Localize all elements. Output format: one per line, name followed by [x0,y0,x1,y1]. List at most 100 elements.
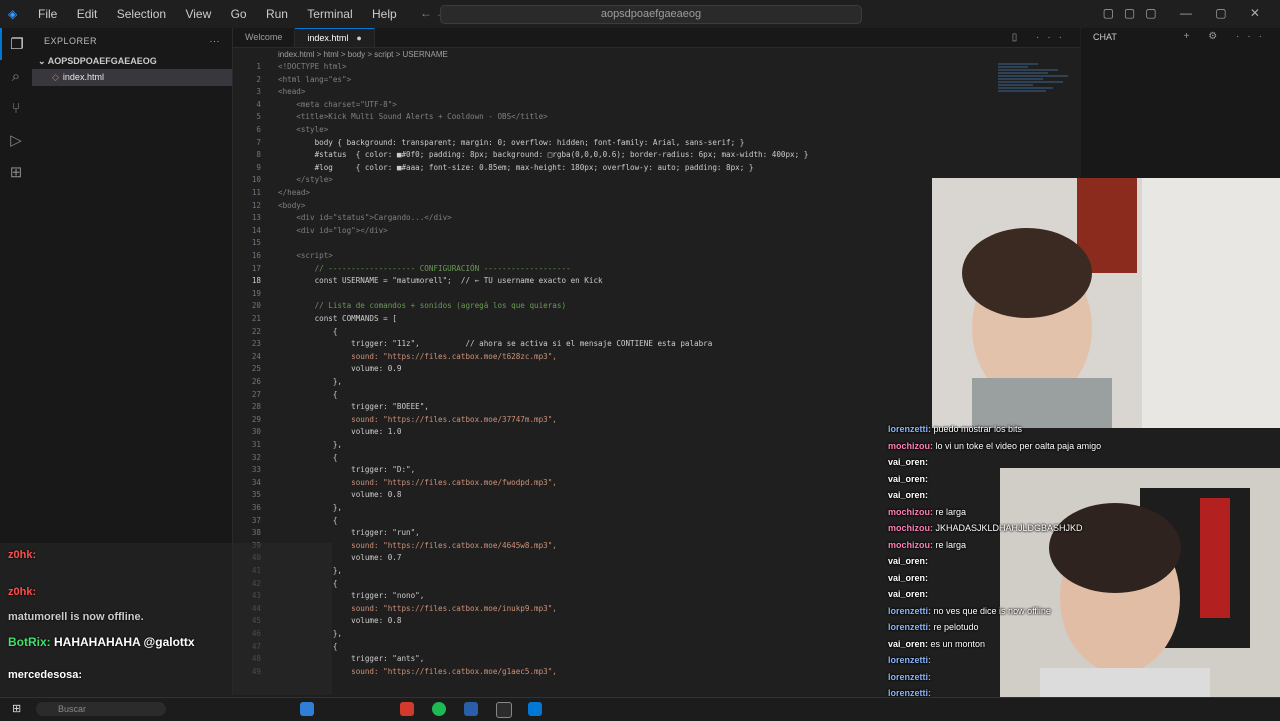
code-line[interactable]: volume: 0.8 [278,490,401,499]
chat-actions-icon[interactable]: + ⚙ ··· [1184,31,1270,42]
line-number: 20 [251,301,261,311]
code-line[interactable]: trigger: "D:", [278,465,415,474]
edge-icon[interactable] [300,702,314,716]
code-line[interactable]: <head> [278,87,305,96]
chat-message: lorenzetti: puedo mostrar los bits [888,424,1022,434]
chat-username: vai_oren: [888,490,929,500]
source-control-icon[interactable]: ⑂ [0,92,32,124]
code-line[interactable]: // Lista de comandos + sonidos (agregá l… [278,301,566,310]
line-number: 10 [251,175,261,185]
chat-panel-body [1081,48,1280,178]
code-line[interactable]: trigger: "BOEEE", [278,402,429,411]
chat-panel-header: CHAT + ⚙ ··· [1081,28,1280,48]
minimap[interactable] [998,62,1073,132]
start-icon[interactable]: ⊞ [12,702,21,715]
explorer-title: EXPLORER [44,36,98,46]
code-line[interactable]: sound: "https://files.catbox.moe/37747m.… [278,415,557,424]
code-line[interactable]: #log { color: ■#aaa; font-size: 0.85em; … [278,163,754,172]
tab-welcome[interactable]: Welcome [233,28,296,47]
menu-edit[interactable]: Edit [77,7,98,21]
command-center-search[interactable]: aopsdpoaefgaeaeog [440,5,862,24]
webcam-person-image [932,178,1280,428]
explorer-icon[interactable]: ❐ [0,28,32,60]
code-line[interactable]: <title>Kick Multi Sound Alerts + Cooldow… [278,112,547,121]
line-number: 36 [251,503,261,512]
menu-run[interactable]: Run [266,7,288,21]
code-line[interactable]: }, [278,440,342,449]
code-line[interactable]: trigger: "run", [278,528,420,537]
code-line[interactable]: </style> [278,175,333,184]
unsaved-dot-icon[interactable]: ● [356,33,361,43]
menu-file[interactable]: File [38,7,57,21]
chat-message: vai_oren: [888,556,928,566]
code-line[interactable]: <style> [278,125,328,134]
obs-icon[interactable] [464,702,478,716]
code-line[interactable]: <script> [278,251,333,260]
code-line[interactable]: volume: 1.0 [278,427,401,436]
chat-message: vai_oren: es un monton [888,639,985,649]
code-line[interactable]: <div id="log"></div> [278,226,387,235]
code-line[interactable]: <html lang="es"> [278,75,351,84]
alert-username: z0hk: [8,586,37,598]
window-controls-icon[interactable]: ▢▢▢ — ▢ ✕ [1103,6,1270,20]
line-number: 6 [256,125,261,134]
code-line[interactable]: <div id="status">Cargando...</div> [278,213,451,222]
code-line[interactable]: }, [278,377,342,386]
code-line[interactable]: <body> [278,201,305,210]
code-line[interactable]: </head> [278,188,310,197]
line-number: 7 [256,137,261,147]
file-index-html[interactable]: ◇ index.html [32,69,232,86]
code-line[interactable]: { [278,390,338,399]
code-line[interactable]: volume: 0.9 [278,364,401,373]
code-line[interactable]: const USERNAME = "matumorell"; // ← TU u… [278,276,603,285]
workspace-folder[interactable]: ⌄ AOPSDPOAEFGAEAEOG [32,54,232,69]
code-line[interactable]: // ------------------- CONFIGURACIÓN ---… [278,264,571,273]
tab-index-html[interactable]: index.html ● [295,28,375,47]
code-line[interactable]: <meta charset="UTF-8"> [278,100,397,109]
taskbar-search[interactable]: Buscar [36,702,166,716]
line-number: 24 [251,351,261,361]
code-line[interactable]: sound: "https://files.catbox.moe/t628zc.… [278,352,557,361]
menu-help[interactable]: Help [372,7,397,21]
code-line[interactable]: #status { color: ■#0f0; padding: 8px; ba… [278,150,809,159]
line-number: 11 [251,188,261,197]
code-line[interactable]: { [278,453,338,462]
search-icon[interactable]: ⌕ [0,60,32,92]
chat-message: lorenzetti: [888,672,931,682]
chat-username: lorenzetti: [888,671,932,682]
chat-username: lorenzetti: [888,424,934,434]
chat-username: lorenzetti: [888,655,932,665]
extensions-icon[interactable]: ⊞ [0,156,32,188]
taskbar-search-label: Buscar [58,704,87,714]
code-line[interactable]: }, [278,503,342,512]
menu-terminal[interactable]: Terminal [307,7,352,21]
chat-text: re larga [935,539,967,550]
alert-message: mercedesosa: [8,669,82,681]
vscode-taskbar-icon[interactable] [528,702,542,716]
code-line[interactable]: sound: "https://files.catbox.moe/fwodpd.… [278,478,557,487]
code-line[interactable]: const COMMANDS = [ [278,314,397,323]
menu-view[interactable]: View [185,7,211,21]
more-actions-icon[interactable]: ··· [210,36,221,46]
html-file-icon: ◇ [52,72,59,82]
chat-message: vai_oren: [888,474,928,484]
chat-username: vai_oren: [888,457,929,467]
spotify-icon[interactable] [432,702,446,716]
app-icon[interactable] [400,702,414,716]
menu-selection[interactable]: Selection [117,7,166,21]
alert-message: z0hk: [8,549,36,561]
code-line[interactable]: trigger: "11z", // ahora se activa si el… [278,339,712,348]
breadcrumb[interactable]: index.html > html > body > script > USER… [233,48,1080,62]
editor-actions-icon[interactable]: ▯ ··· [1012,28,1080,47]
line-number: 32 [251,452,261,462]
menu-go[interactable]: Go [231,7,247,21]
line-number: 23 [251,339,261,349]
code-line[interactable]: { [278,327,338,336]
line-number: 27 [251,389,261,399]
alert-text: HAHAHAHAHA @galottx [54,635,195,649]
app-icon[interactable] [496,702,512,718]
run-debug-icon[interactable]: ▷ [0,124,32,156]
code-line[interactable]: { [278,516,338,525]
code-line[interactable]: body { background: transparent; margin: … [278,138,745,147]
code-line[interactable]: <!DOCTYPE html> [278,62,347,71]
